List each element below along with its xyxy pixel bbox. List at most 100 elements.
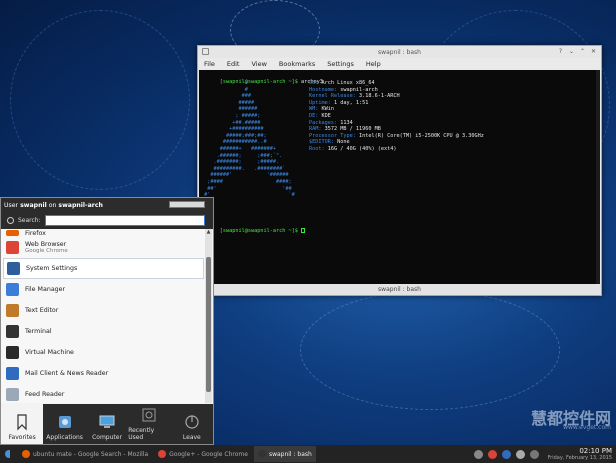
menu-edit[interactable]: Edit [227, 60, 240, 68]
info-row: Packages: 1134 [309, 120, 484, 127]
tab-label: Leave [182, 434, 201, 441]
menu-bookmarks[interactable]: Bookmarks [279, 60, 315, 68]
help-icon[interactable]: ? [557, 48, 564, 55]
favorite-name: Web Browser [25, 241, 67, 248]
window-menu-icon[interactable] [202, 48, 209, 55]
firefox-icon [22, 450, 30, 458]
launcher-header: User swapnil on swapnil-arch [1, 198, 213, 212]
ascii-line: +########## [201, 126, 264, 133]
tray-icon-volume[interactable] [515, 449, 525, 459]
system-settings-icon [7, 262, 20, 275]
ascii-line: ######+ #######+ [201, 145, 276, 152]
minimize-icon[interactable]: ⌄ [568, 48, 575, 55]
favorite-item[interactable]: Terminal [1, 321, 206, 342]
tab-label: Applications [46, 434, 83, 441]
info-key: DE: [309, 112, 319, 119]
scrollbar-thumb[interactable] [206, 257, 211, 392]
favorite-item[interactable]: Virtual Machine [1, 342, 206, 363]
ascii-line: ######' '###### [201, 172, 289, 179]
terminal-titlebar[interactable]: swapnil : bash ? ⌄ ⌃ ✕ [198, 46, 601, 58]
command-line: [swapnil@swapnil-arch ~]$ archey3 [201, 72, 598, 85]
favorite-item[interactable]: Mail Client & News Reader [1, 363, 206, 384]
info-row: Uptime: 1 day, 1:51 [309, 100, 484, 107]
scroll-up-icon[interactable]: ▲ [205, 229, 212, 235]
info-key: OS: [309, 80, 319, 86]
favorite-item[interactable]: System Settings [3, 258, 204, 279]
terminal-window[interactable]: swapnil : bash ? ⌄ ⌃ ✕ File Edit View Bo… [197, 45, 602, 296]
clock-time: 02:10 PM [579, 447, 612, 455]
info-key: WM: [309, 106, 319, 113]
info-value: 3572 MB / 11960 MB [321, 126, 381, 133]
info-key: RAM: [309, 126, 322, 133]
favorites-list[interactable]: Firefox Web Browser Google Chrome System Se… [1, 229, 206, 403]
tab-applications[interactable]: Applications [43, 404, 85, 444]
tray-icon-network[interactable] [473, 449, 483, 459]
favorite-item[interactable]: Web Browser Google Chrome [1, 237, 206, 258]
info-row: OS: Arch Linux x86_64 [309, 80, 484, 87]
terminal-icon [257, 450, 266, 458]
tray-icon-battery[interactable] [529, 449, 539, 459]
info-row: Root: 16G / 40G (40%) (ext4) [309, 146, 484, 153]
taskbar-item[interactable]: Google+ - Google Chrome [154, 446, 252, 462]
menu-settings[interactable]: Settings [327, 60, 354, 68]
system-info: OS: Arch Linux x86_64 Hostname: swapnil-a… [309, 80, 484, 153]
close-icon[interactable]: ✕ [590, 48, 597, 55]
clock-date: Friday, February 13, 2015 [547, 455, 612, 461]
ascii-line: + [201, 80, 248, 86]
applications-icon [58, 416, 71, 428]
terminal-tab[interactable]: swapnil : bash [378, 286, 421, 293]
ascii-line: ;#### ####; [201, 178, 292, 185]
clock[interactable]: 02:10 PM Friday, February 13, 2015 [548, 447, 612, 461]
info-value: 1 day, 1:51 [330, 99, 369, 106]
leave-icon [185, 415, 199, 429]
tab-computer[interactable]: Computer [86, 404, 128, 444]
wallpaper-swirl [10, 10, 190, 190]
tray-icon-clipboard[interactable] [501, 449, 511, 459]
info-row: Kernel Release: 3.18.6-1-ARCH [309, 93, 484, 100]
launcher-user-line: User swapnil on swapnil-arch [4, 201, 103, 209]
taskbar-item-label: ubuntu mate - Google Search - Mozilla [33, 450, 149, 458]
info-value: Arch Linux x86_64 [318, 80, 375, 86]
maximize-icon[interactable]: ⌃ [579, 48, 586, 55]
taskbar-item[interactable]: ubuntu mate - Google Search - Mozilla [18, 446, 152, 462]
application-launcher: User swapnil on swapnil-arch Search: Fir… [0, 197, 214, 445]
info-value: KWin [318, 106, 334, 113]
text-editor-icon [6, 304, 19, 317]
favorite-item[interactable]: File Manager [1, 279, 206, 300]
ascii-line: ; #####; [201, 112, 261, 119]
favorite-item[interactable]: Firefox [1, 229, 206, 237]
menu-view[interactable]: View [251, 60, 266, 68]
favorites-scrollbar[interactable]: ▲ [205, 229, 212, 403]
virtual-machine-icon [6, 346, 19, 359]
arch-logo-ascii: + # ### ##### ###### ; #####; +##.##### … [201, 80, 295, 199]
task-list: ubuntu mate - Google Search - Mozilla Goo… [18, 446, 316, 462]
tray-icon-chrome[interactable] [487, 449, 497, 459]
feed-reader-icon [6, 388, 19, 401]
tab-favorites[interactable]: Favorites [1, 404, 44, 444]
ascii-line: ###########..# [201, 139, 267, 146]
ascii-line: # [201, 86, 248, 93]
terminal-output[interactable]: [swapnil@swapnil-arch ~]$ archey3 + # ##… [199, 70, 600, 286]
tab-recently-used[interactable]: Recently Used [128, 404, 170, 444]
web-browser-icon [6, 241, 19, 254]
user-name: swapnil [20, 201, 47, 209]
menu-file[interactable]: File [204, 60, 215, 68]
info-key: Hostname: [309, 86, 338, 93]
tab-leave[interactable]: Leave [171, 404, 213, 444]
menu-help[interactable]: Help [366, 60, 381, 68]
system-tray: 02:10 PM Friday, February 13, 2015 [473, 445, 616, 463]
search-input[interactable] [44, 215, 205, 226]
computer-icon [99, 415, 115, 428]
ascii-line: #########. .########` [201, 165, 286, 172]
taskbar: ubuntu mate - Google Search - Mozilla Goo… [0, 445, 616, 463]
info-value: KDE [318, 112, 331, 119]
info-row: Processor Type: Intel(R) Core(TM) i5-250… [309, 133, 484, 140]
favorite-item[interactable]: Feed Reader [1, 384, 206, 403]
favorite-name: Terminal [25, 328, 52, 335]
terminal-scrollbar[interactable] [596, 70, 600, 286]
text-cursor [300, 227, 305, 233]
launcher-button[interactable] [0, 446, 14, 462]
info-key: Processor Type: [309, 132, 356, 139]
favorite-item[interactable]: Text Editor [1, 300, 206, 321]
taskbar-item[interactable]: swapnil : bash [253, 446, 316, 462]
